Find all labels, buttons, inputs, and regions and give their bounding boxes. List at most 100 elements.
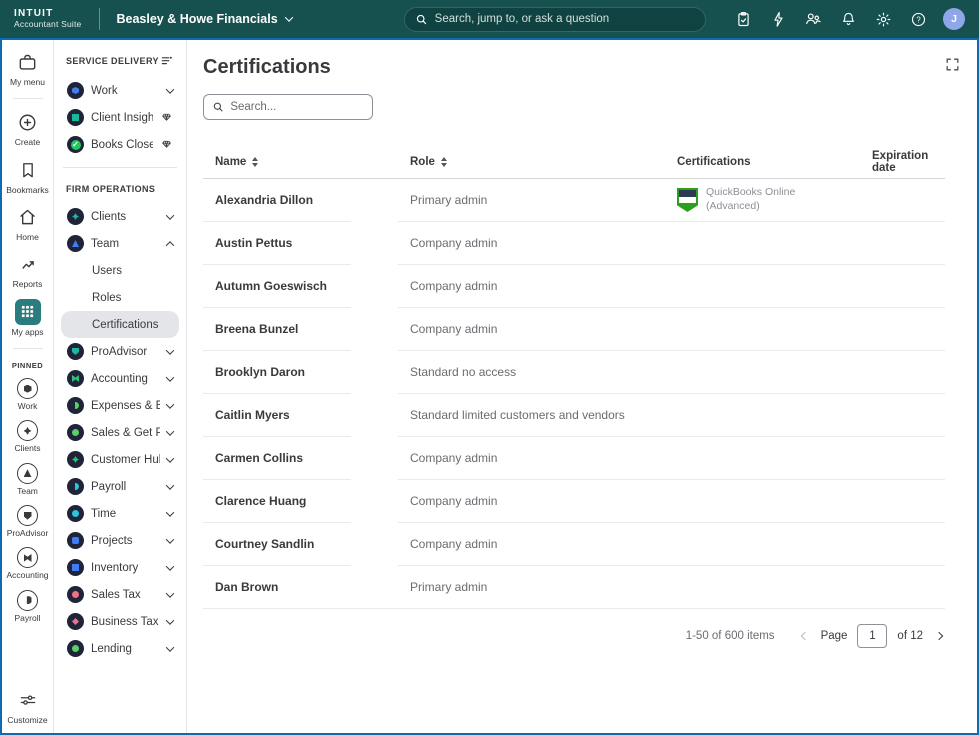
user-avatar[interactable]: J — [943, 8, 965, 30]
sidebar-item-time[interactable]: Time — [61, 500, 179, 527]
section-title: SERVICE DELIVERY — [66, 56, 159, 66]
pinned-section-title: PINNED — [12, 361, 43, 370]
table-row-breena-bunzel: Breena Bunzel Company admin — [203, 308, 945, 351]
briefcase-icon — [15, 49, 41, 75]
sidebar-item-clients[interactable]: Clients — [61, 203, 179, 230]
books-close-icon — [67, 136, 84, 153]
sort-icon[interactable] — [252, 157, 258, 168]
help-icon[interactable]: ? — [905, 6, 931, 32]
sidebar-item-expenses-bills[interactable]: Expenses & Bills — [61, 392, 179, 419]
rail-item-customize[interactable]: Customize — [4, 687, 52, 725]
column-header-role[interactable]: Role — [398, 156, 665, 168]
rail-item-payroll[interactable]: Payroll — [4, 590, 52, 623]
table-search[interactable] — [203, 94, 373, 120]
user-name: Caitlin Myers — [215, 408, 290, 422]
column-header-expiration-date: Expiration date — [860, 150, 945, 174]
bell-icon[interactable] — [835, 6, 861, 32]
sidebar-item-accounting[interactable]: Accounting — [61, 365, 179, 392]
fullscreen-icon[interactable] — [944, 56, 961, 76]
team-circle-icon — [17, 463, 38, 484]
rail-label: Reports — [13, 280, 43, 289]
grid-icon — [15, 299, 41, 325]
table-search-input[interactable] — [230, 101, 364, 113]
user-name: Autumn Goeswisch — [215, 279, 327, 293]
rail-item-bookmarks[interactable]: Bookmarks — [4, 157, 52, 195]
rail-item-create[interactable]: Create — [4, 109, 52, 147]
avatar-initial: J — [951, 13, 957, 25]
column-header-name[interactable]: Name — [203, 156, 351, 168]
company-switcher[interactable]: Beasley & Howe Financials — [116, 12, 291, 26]
rail-item-my-apps[interactable]: My apps — [4, 299, 52, 337]
items-range: 1-50 of 600 items — [686, 630, 775, 642]
column-header-certifications: Certifications — [665, 156, 860, 168]
rail-label: Bookmarks — [6, 186, 49, 195]
sidebar-item-users[interactable]: Users — [61, 257, 179, 284]
sidebar-item-sales-get-paid[interactable]: Sales & Get Paid — [61, 419, 179, 446]
sidebar-item-sales-tax[interactable]: Sales Tax — [61, 581, 179, 608]
user-role: Company admin — [398, 236, 665, 250]
next-page-button[interactable] — [933, 630, 945, 642]
rail-item-accounting[interactable]: Accounting — [4, 547, 52, 580]
rail-item-clients[interactable]: Clients — [4, 420, 52, 453]
rail-item-proadvisor[interactable]: ProAdvisor — [4, 505, 52, 538]
sidebar-item-payroll[interactable]: Payroll — [61, 473, 179, 500]
sidebar-item-inventory[interactable]: Inventory — [61, 554, 179, 581]
left-icon-rail: My menu Create Bookmarks Home — [2, 40, 54, 733]
list-settings-icon[interactable] — [160, 54, 174, 68]
clipboard-check-icon[interactable] — [730, 6, 756, 32]
sidebar-item-work[interactable]: Work — [61, 77, 179, 104]
secondary-sidebar: SERVICE DELIVERY Work Client Insights Bo… — [54, 40, 187, 733]
rail-item-team[interactable]: Team — [4, 463, 52, 496]
rail-item-reports[interactable]: Reports — [4, 251, 52, 289]
chevron-down-icon — [166, 616, 174, 624]
chevron-down-icon — [166, 643, 174, 651]
community-icon[interactable] — [800, 6, 826, 32]
work-circle-icon — [17, 378, 38, 399]
bolt-icon[interactable] — [765, 6, 791, 32]
chevron-down-icon — [166, 481, 174, 489]
sidebar-item-business-tax[interactable]: Business Tax — [61, 608, 179, 635]
sidebar-item-team[interactable]: Team — [61, 230, 179, 257]
global-search-input[interactable] — [435, 13, 695, 25]
sidebar-item-books-close[interactable]: Books Close — [61, 131, 179, 158]
sidebar-item-client-insights[interactable]: Client Insights — [61, 104, 179, 131]
accounting-icon — [67, 370, 84, 387]
sidebar-item-certifications[interactable]: Certifications — [61, 311, 179, 338]
user-name: Courtney Sandlin — [215, 537, 314, 551]
sidebar-item-roles[interactable]: Roles — [61, 284, 179, 311]
rail-item-home[interactable]: Home — [4, 204, 52, 242]
gear-icon[interactable] — [870, 6, 896, 32]
previous-page-button[interactable] — [799, 630, 811, 642]
table-row-dan-brown: Dan Brown Primary admin — [203, 566, 945, 609]
user-name: Breena Bunzel — [215, 322, 298, 336]
table-row-courtney-sandlin: Courtney Sandlin Company admin — [203, 523, 945, 566]
sliders-icon — [15, 687, 41, 713]
intuit-logo[interactable]: INTUIT Accountant Suite — [14, 9, 81, 28]
business-tax-icon — [67, 613, 84, 630]
sidebar-item-customer-hub[interactable]: Customer Hub — [61, 446, 179, 473]
chevron-down-icon — [166, 400, 174, 408]
rail-label: Customize — [7, 716, 47, 725]
page-title: Certifications — [203, 56, 945, 79]
payroll-circle-icon — [17, 590, 38, 611]
certification-badge-icon — [677, 188, 698, 212]
expenses-bills-icon — [67, 397, 84, 414]
chevron-down-icon — [166, 454, 174, 462]
certification-entry: QuickBooks Online (Advanced) — [677, 186, 816, 213]
sidebar-item-proadvisor[interactable]: ProAdvisor — [61, 338, 179, 365]
rail-label: Create — [15, 138, 41, 147]
rail-item-work[interactable]: Work — [4, 378, 52, 411]
user-role: Company admin — [398, 451, 665, 465]
work-icon — [67, 82, 84, 99]
global-search[interactable] — [404, 7, 706, 32]
table-row-carmen-collins: Carmen Collins Company admin — [203, 437, 945, 480]
svg-text:?: ? — [916, 15, 921, 24]
sidebar-item-lending[interactable]: Lending — [61, 635, 179, 662]
rail-item-my-menu[interactable]: My menu — [4, 49, 52, 87]
rail-label: Clients — [15, 444, 41, 453]
page-number-input[interactable] — [857, 624, 887, 648]
proadvisor-circle-icon — [17, 505, 38, 526]
sort-icon[interactable] — [441, 157, 447, 168]
clients-circle-icon — [17, 420, 38, 441]
sidebar-item-projects[interactable]: Projects — [61, 527, 179, 554]
